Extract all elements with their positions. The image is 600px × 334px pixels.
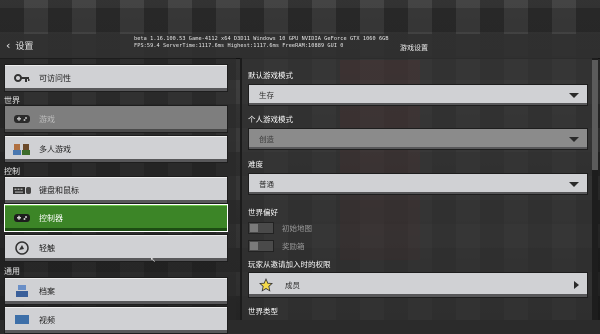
sidebar-item-label: 轻触 [39, 243, 55, 253]
dropdown-value: 生存 [259, 90, 274, 100]
key-icon [13, 71, 31, 85]
multiplayer-icon [13, 142, 31, 156]
chevron-left-icon: ‹ [6, 39, 11, 52]
starting-map-toggle[interactable] [248, 222, 274, 234]
sidebar-item-label: 视频 [39, 315, 55, 325]
star-icon [257, 278, 275, 292]
sidebar-item-video[interactable]: 视频 [4, 306, 228, 334]
sidebar-item-label: 控制器 [39, 213, 63, 223]
scrollbar-thumb[interactable] [592, 60, 598, 170]
chevron-down-icon [569, 137, 579, 142]
starting-map-label: 初始地图 [282, 223, 312, 233]
personal-mode-dropdown[interactable]: 创造 [248, 128, 588, 150]
back-button[interactable]: ‹ 设置 [6, 39, 33, 52]
difficulty-dropdown[interactable]: 普通 [248, 173, 588, 195]
controller-icon [13, 112, 31, 126]
bonus-chest-row: 奖励箱 [248, 240, 305, 252]
chevron-down-icon [569, 93, 579, 98]
starting-map-row: 初始地图 [248, 222, 312, 234]
default-mode-dropdown[interactable]: 生存 [248, 84, 588, 106]
bonus-chest-toggle[interactable] [248, 240, 274, 252]
sidebar-item-keyboard-mouse[interactable]: 键盘和鼠标 [4, 176, 228, 204]
dropdown-value: 普通 [259, 179, 274, 189]
debug-line-2: FPS:59.4 ServerTime:1117.6ms Highest:111… [134, 43, 344, 49]
video-icon [13, 313, 31, 327]
keyboard-mouse-icon [13, 183, 31, 197]
page-title: 游戏设置 [400, 44, 428, 52]
sidebar-item-label: 多人游戏 [39, 144, 71, 154]
bonus-chest-label: 奖励箱 [282, 241, 305, 251]
chevron-down-icon [569, 182, 579, 187]
sidebar-item-controller[interactable]: 控制器 [4, 204, 228, 232]
sidebar-item-profile[interactable]: 档案 [4, 277, 228, 305]
sidebar-item-game[interactable]: 游戏 [4, 105, 228, 133]
touch-icon [13, 241, 31, 255]
profile-icon [13, 284, 31, 298]
world-type-label: 世界类型 [248, 307, 278, 316]
dropdown-value: 创造 [259, 134, 274, 144]
section-general: 通用 [4, 267, 20, 276]
difficulty-label: 难度 [248, 160, 263, 169]
sidebar-item-multiplayer[interactable]: 多人游戏 [4, 135, 228, 163]
debug-line-1: beta 1.16.100.53 Game-4112 x64 D3D11 Win… [134, 36, 389, 42]
mouse-cursor-icon: ↖ [150, 256, 156, 264]
debug-overlay: beta 1.16.100.53 Game-4112 x64 D3D11 Win… [134, 36, 389, 50]
default-mode-label: 默认游戏模式 [248, 71, 293, 80]
join-permission-label: 玩家从邀请加入时的权限 [248, 260, 331, 269]
sidebar-item-label: 档案 [39, 286, 55, 296]
join-permission-selector[interactable]: 成员 [248, 272, 588, 298]
controller-icon [13, 211, 31, 225]
sidebar-item-label: 可访问性 [39, 73, 71, 83]
sidebar-item-touch[interactable]: 轻触 [4, 234, 228, 262]
personal-mode-label: 个人游戏模式 [248, 115, 293, 124]
sidebar-item-accessibility[interactable]: 可访问性 [4, 64, 228, 92]
back-label: 设置 [15, 42, 34, 52]
chevron-right-icon [574, 281, 579, 289]
sidebar-item-label: 键盘和鼠标 [39, 185, 79, 195]
world-preferences-label: 世界偏好 [248, 208, 278, 217]
join-permission-value: 成员 [285, 280, 300, 290]
sidebar-item-label: 游戏 [39, 114, 55, 124]
